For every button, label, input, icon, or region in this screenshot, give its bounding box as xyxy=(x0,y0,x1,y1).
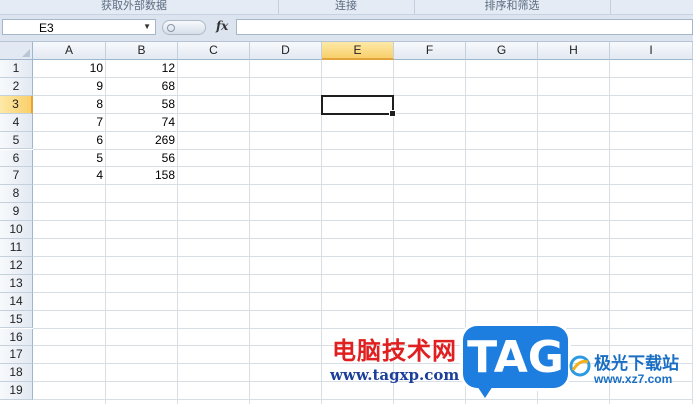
cell-b7[interactable]: 158 xyxy=(106,167,178,185)
cell-a7[interactable]: 4 xyxy=(33,167,106,185)
column-header-f[interactable]: F xyxy=(394,42,466,60)
row-gridline xyxy=(33,220,693,222)
ribbon-separator xyxy=(610,0,611,14)
formula-bar: E3 ▼ fx xyxy=(0,15,693,42)
row-gridline xyxy=(33,291,693,293)
row-header-16[interactable]: 16 xyxy=(0,328,33,347)
cell-a5[interactable]: 6 xyxy=(33,132,106,150)
cell-b5[interactable]: 269 xyxy=(106,132,178,150)
ribbon-group-sort-filter: 排序和筛选 xyxy=(484,0,540,12)
cell-b1[interactable]: 12 xyxy=(106,60,178,78)
row-header-3[interactable]: 3 xyxy=(0,95,33,114)
tag-logo-text: TAG xyxy=(467,332,564,383)
ribbon-group-labels: 获取外部数据 连接 排序和筛选 xyxy=(0,0,693,15)
column-header-g[interactable]: G xyxy=(466,42,538,60)
name-box[interactable]: E3 ▼ xyxy=(2,19,156,35)
row-header-9[interactable]: 9 xyxy=(0,203,33,222)
selected-cell-outline[interactable] xyxy=(321,94,396,117)
row-header-10[interactable]: 10 xyxy=(0,221,33,239)
row-header-1[interactable]: 1 xyxy=(0,60,33,78)
chevron-down-icon[interactable]: ▼ xyxy=(143,22,151,31)
row-header-12[interactable]: 12 xyxy=(0,256,33,275)
formula-input[interactable] xyxy=(236,19,693,35)
cell-a4[interactable]: 7 xyxy=(33,114,106,132)
watermark-site-url: www.tagxp.com xyxy=(330,366,460,384)
cell-a2[interactable]: 9 xyxy=(33,78,106,96)
column-header-b[interactable]: B xyxy=(106,42,178,60)
cell-b6[interactable]: 56 xyxy=(106,150,178,168)
column-header-d[interactable]: D xyxy=(250,42,322,60)
row-header-8[interactable]: 8 xyxy=(0,185,33,204)
column-gridline xyxy=(249,60,250,404)
cell-a3[interactable]: 8 xyxy=(33,96,106,114)
row-gridline xyxy=(33,273,693,275)
row-gridline xyxy=(33,309,693,311)
row-gridline xyxy=(33,255,693,257)
row-header-7[interactable]: 7 xyxy=(0,167,33,186)
row-header-13[interactable]: 13 xyxy=(0,274,33,293)
row-header-18[interactable]: 18 xyxy=(0,364,33,383)
ribbon-group-connections: 连接 xyxy=(335,0,357,12)
row-header-17[interactable]: 17 xyxy=(0,346,33,365)
insert-function-button[interactable]: fx xyxy=(216,19,228,33)
name-box-value: E3 xyxy=(39,21,54,35)
watermark-site-name: 电脑技术网 xyxy=(332,337,457,365)
row-header-4[interactable]: 4 xyxy=(0,113,33,132)
column-header-i[interactable]: I xyxy=(610,42,693,60)
row-gridline xyxy=(33,238,693,239)
ribbon-group-get-external-data: 获取外部数据 xyxy=(101,0,167,12)
cell-a6[interactable]: 5 xyxy=(33,150,106,168)
row-header-14[interactable]: 14 xyxy=(0,292,33,311)
watermark-xz-url: www.xz7.com xyxy=(594,372,673,386)
row-header-5[interactable]: 5 xyxy=(0,131,33,150)
row-gridline xyxy=(33,202,693,204)
row-header-2[interactable]: 2 xyxy=(0,77,33,96)
row-header-6[interactable]: 6 xyxy=(0,149,33,168)
column-header-e[interactable]: E xyxy=(322,42,394,60)
cell-b2[interactable]: 68 xyxy=(106,78,178,96)
row-header-19[interactable]: 19 xyxy=(0,382,33,401)
aurora-logo-icon xyxy=(569,355,591,377)
select-all-button[interactable] xyxy=(0,42,33,60)
row-gridline xyxy=(33,399,693,401)
watermark-xz-name: 极光下载站 xyxy=(594,354,679,374)
row-gridline xyxy=(33,327,693,329)
cell-a1[interactable]: 10 xyxy=(33,60,106,78)
row-header-15[interactable]: 15 xyxy=(0,310,33,329)
column-header-a[interactable]: A xyxy=(33,42,106,60)
cell-b4[interactable]: 74 xyxy=(106,114,178,132)
tag-logo: TAG xyxy=(463,326,568,398)
column-header-c[interactable]: C xyxy=(178,42,250,60)
formula-bar-resize-handle[interactable] xyxy=(162,20,206,35)
column-header-h[interactable]: H xyxy=(538,42,610,60)
cell-b3[interactable]: 58 xyxy=(106,96,178,114)
row-header-11[interactable]: 11 xyxy=(0,239,33,257)
